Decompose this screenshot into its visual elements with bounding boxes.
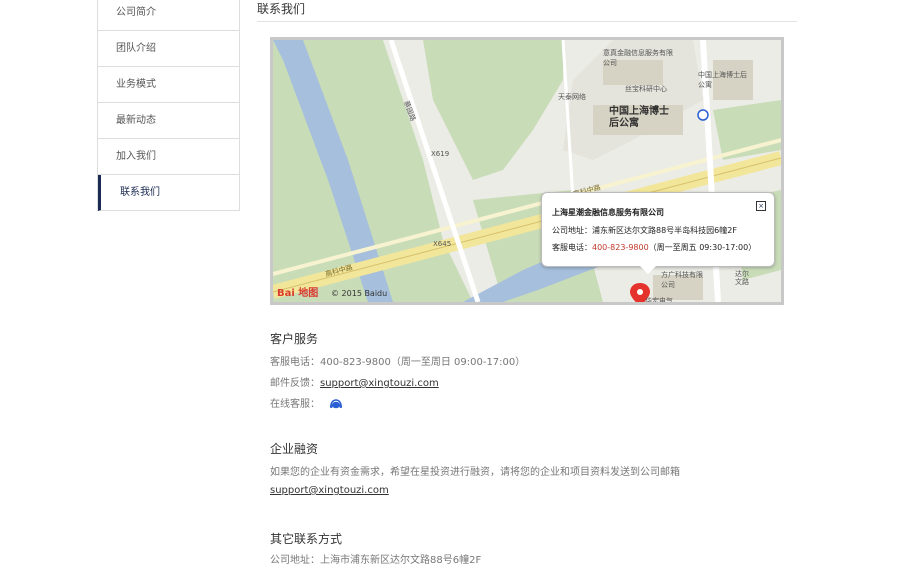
info-phone-value: 400-823-9800: [592, 243, 649, 252]
sidebar-item-about[interactable]: 公司简介: [98, 0, 239, 31]
map-poi-sibao: 丝宝科研中心: [625, 85, 667, 93]
customer-service-email-row: 邮件反馈：support@xingtouzi.com: [270, 374, 439, 389]
financing-email-link[interactable]: support@xingtouzi.com: [270, 485, 389, 496]
sidebar-item-contact[interactable]: 联系我们: [98, 175, 239, 211]
info-phone: 客服电话：400-823-9800（周一至周五 09:30-17:00）: [552, 242, 756, 253]
info-address-value: 浦东新区达尔文路88号半岛科技园6幢2F: [592, 226, 737, 235]
map-poi-fangguang: 方广科技有限公司: [661, 271, 703, 289]
info-address: 公司地址：浦东新区达尔文路88号半岛科技园6幢2F: [552, 225, 737, 236]
map-road-x645: X645: [433, 240, 452, 248]
support-email-link[interactable]: support@xingtouzi.com: [320, 378, 439, 389]
map-poi-tiantai: 天泰网络: [558, 93, 586, 101]
baidu-logo[interactable]: Bai 地图: [277, 284, 318, 299]
map-road-x619: X619: [431, 150, 450, 158]
sidebar-item-business-model[interactable]: 业务模式: [98, 67, 239, 103]
financing-text: 如果您的企业有资金需求，希望在星投资进行融资，请将您的企业和项目资料发送到公司邮…: [270, 467, 680, 478]
info-company-name: 上海星潮金融信息服务有限公司: [552, 208, 664, 217]
sidebar-item-join[interactable]: 加入我们: [98, 139, 239, 175]
other-address: 公司地址：上海市浦东新区达尔文路88号6幢2F: [270, 555, 482, 566]
info-address-label: 公司地址：: [552, 226, 592, 235]
map-info-window: 上海星潮金融信息服务有限公司 × 公司地址：浦东新区达尔文路88号半岛科技园6幢…: [541, 192, 775, 274]
sidebar-item-team[interactable]: 团队介绍: [98, 31, 239, 67]
map-poi-yizhen: 意真金融信息服务有限公司: [603, 49, 673, 67]
financing-email-row: support@xingtouzi.com: [270, 485, 389, 496]
section-title-other-contact: 其它联系方式: [270, 532, 343, 546]
section-title-financing: 企业融资: [270, 442, 319, 456]
map-copyright: © 2015 Baidu: [331, 289, 388, 298]
map-poi-postdoc: 中国上海博士后公寓: [698, 71, 747, 89]
map-poi-huahong: 华宏电气: [645, 297, 673, 305]
email-label: 邮件反馈：: [270, 378, 320, 389]
online-service-label: 在线客服：: [270, 399, 320, 410]
map-road-darwin: 达尔文路: [735, 270, 749, 286]
info-hours: （周一至周五 09:30-17:00）: [648, 243, 757, 252]
page-title: 联系我们: [257, 2, 306, 16]
section-title-customer-service: 客户服务: [270, 332, 319, 346]
baidu-map[interactable]: 意真金融信息服务有限公司 天泰网络 丝宝科研中心 中国上海博士后公寓 中国上海博…: [270, 37, 784, 305]
headset-icon[interactable]: [329, 399, 343, 409]
map-poi-postdoc-large: 中国上海博士后公寓: [609, 106, 669, 129]
info-close-icon[interactable]: ×: [756, 201, 766, 211]
info-window-tail: [640, 266, 656, 274]
info-phone-label: 客服电话：: [552, 243, 592, 252]
customer-service-phone: 客服电话：400-823-9800（周一至周日 09:00-17:00）: [270, 357, 526, 368]
title-divider: [257, 21, 797, 22]
sidebar-item-news[interactable]: 最新动态: [98, 103, 239, 139]
sidebar-nav: 公司简介 团队介绍 业务模式 最新动态 加入我们 联系我们: [97, 0, 240, 211]
online-service-row: 在线客服：: [270, 395, 343, 410]
